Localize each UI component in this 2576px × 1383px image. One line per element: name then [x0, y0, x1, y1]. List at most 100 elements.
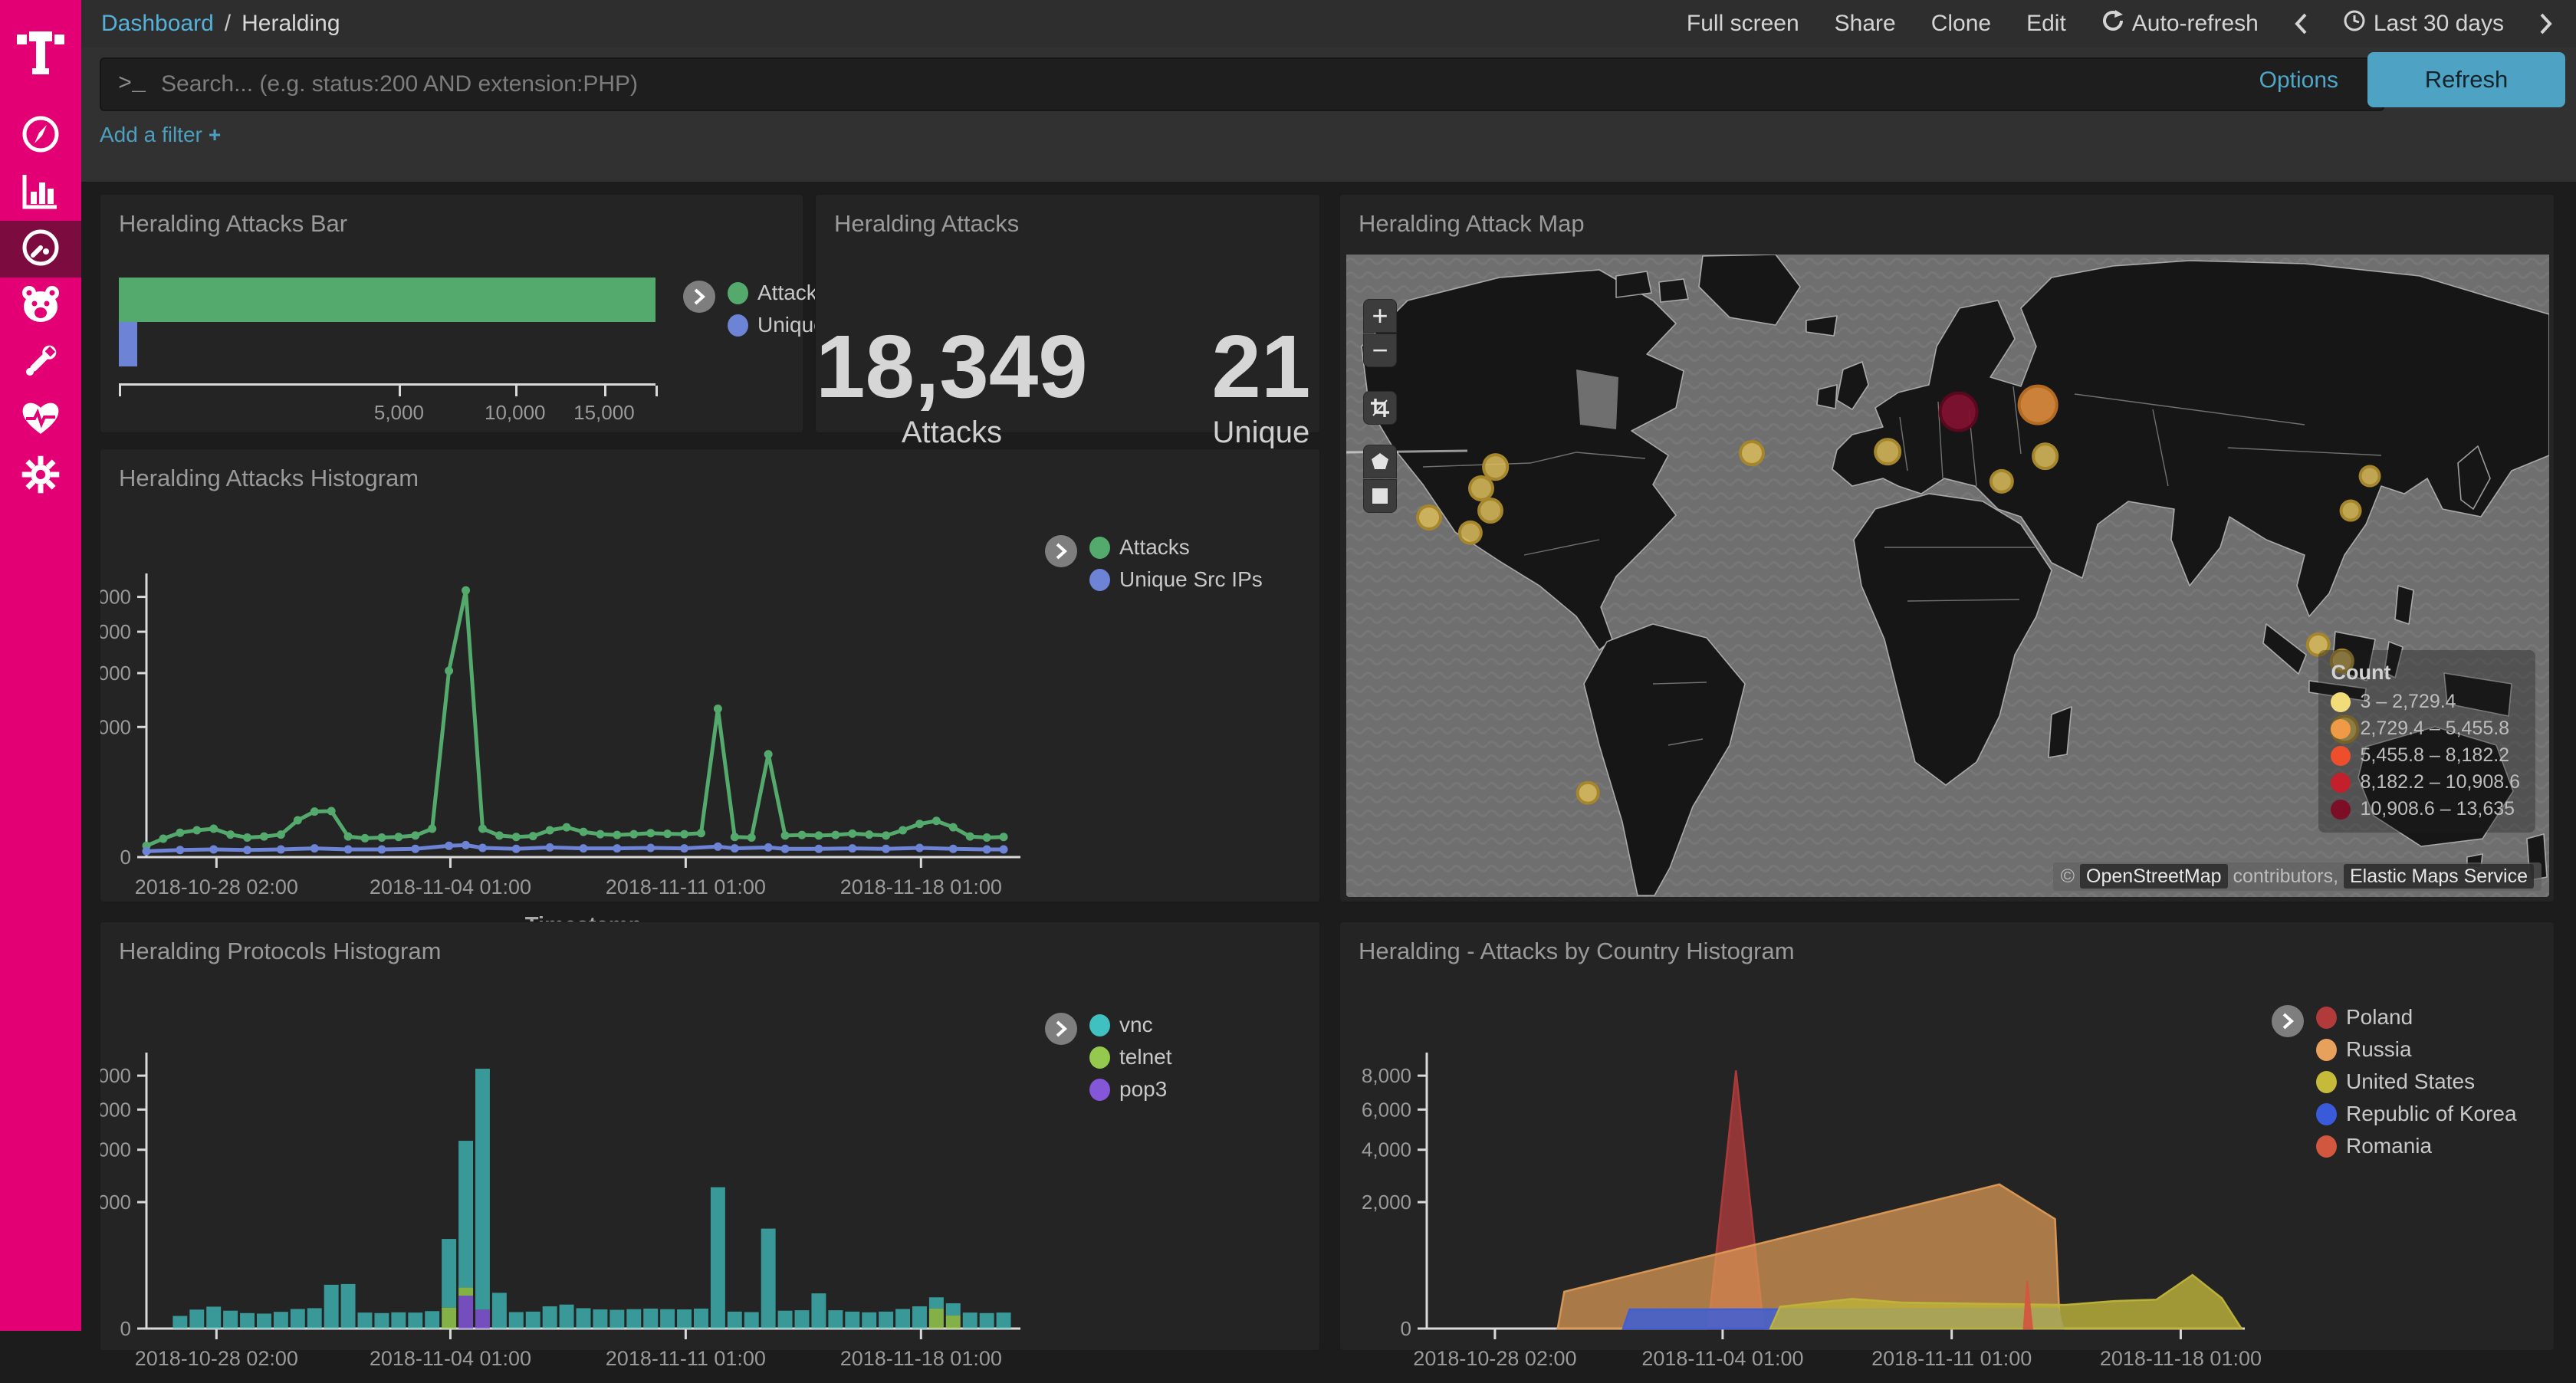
svg-text:6,000: 6,000: [100, 620, 131, 643]
attack-location-dot[interactable]: [2032, 442, 2059, 470]
sidebar-item-dashboard[interactable]: [0, 221, 81, 278]
legend-toggle-icon[interactable]: [1045, 1013, 1077, 1045]
map-zoom-in-button[interactable]: +: [1363, 299, 1397, 333]
svg-text:2018-11-18 01:00: 2018-11-18 01:00: [2100, 1347, 2262, 1370]
panel-title: Heralding Attacks Bar: [100, 195, 803, 238]
map-legend-item: 10,908.6 – 13,635: [2331, 798, 2520, 820]
svg-text:2018-11-04 01:00: 2018-11-04 01:00: [370, 1347, 531, 1370]
time-range-button[interactable]: Last 30 days: [2343, 9, 2504, 38]
legend-item[interactable]: Romania: [2316, 1134, 2517, 1158]
clone-button[interactable]: Clone: [1931, 11, 1991, 37]
svg-text:2018-11-11 01:00: 2018-11-11 01:00: [1871, 1347, 2032, 1370]
legend-item[interactable]: United States: [2316, 1069, 2517, 1094]
map-legend-item: 8,182.2 – 10,908.6: [2331, 771, 2520, 793]
t-mobile-logo[interactable]: [0, 12, 81, 92]
app-sidebar: [0, 0, 81, 1331]
legend-item[interactable]: vnc: [1089, 1013, 1172, 1037]
attack-location-dot[interactable]: [2018, 385, 2058, 425]
hbar-unique-src-ips[interactable]: [119, 322, 137, 366]
svg-text:8,000: 8,000: [1362, 1064, 1411, 1087]
sidebar-item-monitoring[interactable]: [0, 391, 81, 448]
svg-text:4,000: 4,000: [100, 1138, 131, 1161]
edit-button[interactable]: Edit: [2026, 11, 2066, 37]
sidebar-item-visualize[interactable]: [0, 164, 81, 221]
sidebar-item-honeypot[interactable]: [0, 278, 81, 334]
legend-item[interactable]: Unique Src IPs: [1089, 567, 1263, 592]
legend-toggle-icon[interactable]: [2272, 1005, 2304, 1037]
svg-text:Timestamp: Timestamp: [525, 913, 642, 921]
ems-link[interactable]: Elastic Maps Service: [2344, 864, 2534, 889]
legend-label: Unique Src IPs: [1119, 567, 1263, 592]
share-button[interactable]: Share: [1835, 11, 1896, 37]
options-link[interactable]: Options: [2259, 67, 2338, 94]
attack-location-dot[interactable]: [1416, 504, 1442, 531]
world-map[interactable]: + − Count 3 – 2,729.42,729.4 – 5,455.85,…: [1346, 255, 2549, 897]
attack-location-dot[interactable]: [2359, 465, 2381, 488]
search-prompt-icon: >_: [118, 71, 146, 97]
attack-location-dot[interactable]: [1477, 498, 1503, 524]
legend-color-dot: [2316, 1039, 2337, 1061]
legend-color-dot: [2316, 1135, 2337, 1158]
gauge-icon: [21, 228, 61, 271]
breadcrumb-dashboard-link[interactable]: Dashboard: [101, 11, 214, 37]
map-draw-polygon-button[interactable]: [1363, 445, 1397, 478]
svg-text:2018-11-11 01:00: 2018-11-11 01:00: [606, 875, 766, 898]
refresh-button[interactable]: Refresh: [2367, 52, 2565, 107]
legend-item[interactable]: Republic of Korea: [2316, 1102, 2517, 1126]
attack-location-dot[interactable]: [1739, 440, 1765, 466]
time-back-button[interactable]: [2294, 12, 2308, 35]
axis-tick-label: 5,000: [374, 401, 424, 425]
legend-item[interactable]: pop3: [1089, 1077, 1172, 1102]
map-fit-bounds-button[interactable]: [1363, 391, 1397, 425]
map-zoom-out-button[interactable]: −: [1363, 333, 1397, 367]
sidebar-item-discover[interactable]: [0, 107, 81, 164]
svg-text:6,000: 6,000: [1362, 1098, 1411, 1121]
legend-item[interactable]: Russia: [2316, 1037, 2517, 1062]
map-legend-label: 8,182.2 – 10,908.6: [2360, 771, 2520, 793]
attack-location-dot[interactable]: [1938, 392, 1979, 432]
compass-icon: [21, 114, 61, 158]
attack-location-dot[interactable]: [1874, 438, 1901, 465]
map-attribution: © OpenStreetMap contributors, Elastic Ma…: [2053, 862, 2542, 891]
bear-icon: [20, 285, 61, 327]
legend-item[interactable]: Attacks: [1089, 535, 1263, 560]
legend-color-dot: [728, 282, 748, 304]
panel-country-histogram: Heralding - Attacks by Country Histogram…: [1339, 921, 2555, 1351]
map-draw-rect-button[interactable]: [1363, 479, 1397, 513]
panel-title: Heralding Attack Map: [1340, 195, 2554, 238]
search-bar[interactable]: >_: [100, 57, 2384, 111]
clock-icon: [2343, 9, 2366, 38]
svg-text:0: 0: [120, 1317, 131, 1340]
legend-item[interactable]: telnet: [1089, 1045, 1172, 1069]
svg-text:2,000: 2,000: [100, 715, 131, 738]
attacks-bar-axis: 5,00010,00015,000: [119, 383, 656, 392]
sidebar-item-devtools[interactable]: [0, 334, 81, 391]
legend-item[interactable]: Poland: [2316, 1005, 2517, 1030]
attack-location-dot[interactable]: [2340, 500, 2362, 522]
svg-text:2018-11-04 01:00: 2018-11-04 01:00: [370, 875, 531, 898]
legend-toggle-icon[interactable]: [1045, 535, 1077, 567]
top-nav: Dashboard / Heralding Full screen Share …: [81, 0, 2576, 48]
sidebar-item-management[interactable]: [0, 448, 81, 504]
svg-text:2018-10-28 02:00: 2018-10-28 02:00: [1413, 1347, 1576, 1370]
bar-chart-icon: [21, 172, 60, 214]
axis-tick-label: 10,000: [485, 401, 546, 425]
attack-location-dot[interactable]: [1482, 454, 1510, 481]
hbar-attacks[interactable]: [119, 278, 656, 322]
svg-text:4,000: 4,000: [100, 662, 131, 685]
legend-toggle-icon[interactable]: [683, 281, 715, 313]
time-forward-button[interactable]: [2539, 12, 2553, 35]
svg-text:8,000: 8,000: [100, 586, 131, 609]
legend-color-dot: [1089, 1079, 1110, 1101]
auto-refresh-button[interactable]: Auto-refresh: [2101, 9, 2259, 38]
osm-link[interactable]: OpenStreetMap: [2080, 864, 2228, 889]
legend-color-dot: [2316, 1071, 2337, 1093]
legend-label: vnc: [1119, 1013, 1153, 1037]
svg-text:2018-11-18 01:00: 2018-11-18 01:00: [840, 1347, 1002, 1370]
panel-title: Heralding Attacks Histogram: [100, 449, 1319, 492]
search-input[interactable]: [159, 71, 2383, 98]
panel-title: Heralding - Attacks by Country Histogram: [1340, 922, 2554, 965]
attack-location-dot[interactable]: [1576, 781, 1600, 805]
full-screen-button[interactable]: Full screen: [1687, 11, 1799, 37]
add-filter-link[interactable]: Add a filter+: [100, 123, 221, 147]
